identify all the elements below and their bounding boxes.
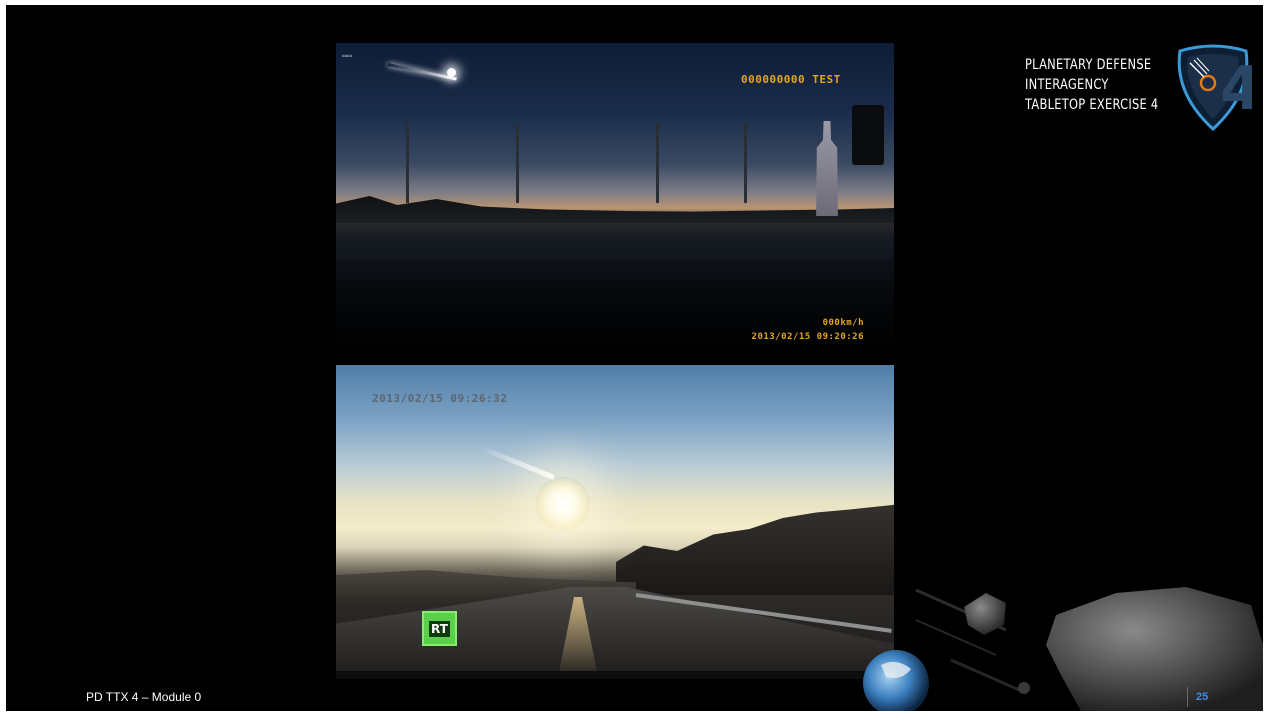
shadow-overlay [336, 259, 894, 361]
treeline [336, 196, 894, 223]
street-pole [406, 123, 409, 203]
title-line: PLANETARY DEFENSE [1025, 57, 1152, 73]
dashboard-edge [336, 671, 894, 679]
meteor-video-bottom[interactable]: 2013/02/15 09:26:32 RT [336, 365, 894, 679]
dashcam-speed: 000km/h [822, 318, 864, 328]
camera-watermark-icon: ▭▭ [342, 51, 352, 60]
dashcam-timestamp: 2013/02/15 09:26:32 [372, 392, 508, 405]
dashcam-counter: 000000000 TEST [741, 73, 841, 86]
exercise-title: PLANETARY DEFENSE INTERAGENCY TABLETOP E… [1025, 55, 1159, 115]
meteor-head [447, 68, 456, 77]
forest-silhouette [616, 504, 894, 595]
svg-text:4: 4 [1220, 54, 1252, 124]
planetary-defense-shield-icon: 4 [1177, 44, 1252, 132]
dashcam-date: 2013/02/15 09:20:26 [751, 332, 864, 342]
rt-channel-logo: RT [422, 611, 457, 646]
street-pole [656, 123, 659, 203]
asteroid-decoration [863, 587, 1263, 711]
church-tower [816, 121, 838, 216]
rt-logo-text: RT [429, 620, 450, 637]
street-pole [516, 123, 519, 203]
page-number: 25 [1196, 691, 1209, 703]
title-line: INTERAGENCY [1025, 77, 1109, 93]
meteor-video-top[interactable]: ▭▭ 000000000 TEST 000km/h 2013/02/15 09:… [336, 43, 894, 361]
fireball [536, 477, 590, 531]
street-pole [744, 123, 747, 203]
page-number-divider [1187, 687, 1188, 707]
presentation-slide: ▭▭ 000000000 TEST 000km/h 2013/02/15 09:… [6, 5, 1263, 711]
footer-module-label: PD TTX 4 – Module 0 [86, 690, 202, 704]
fireball-trail [478, 445, 555, 480]
traffic-signal [852, 105, 884, 165]
title-line: TABLETOP EXERCISE 4 [1025, 97, 1159, 113]
